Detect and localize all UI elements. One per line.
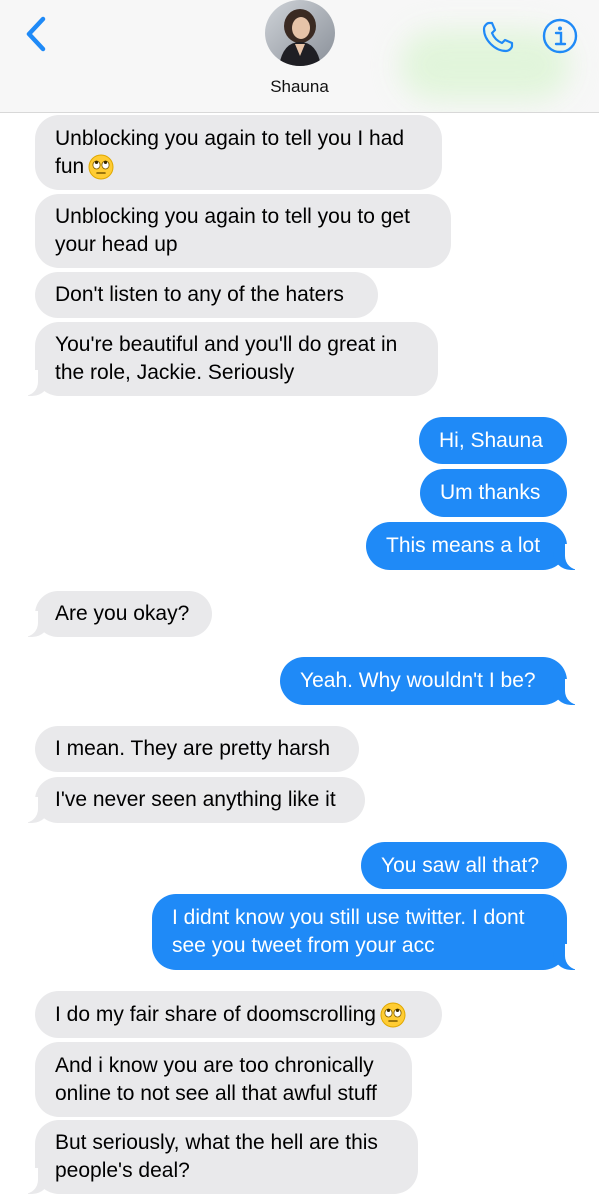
chevron-left-icon xyxy=(26,16,46,52)
incoming-message[interactable]: You're beautiful and you'll do great in … xyxy=(35,322,438,396)
outgoing-message[interactable]: You saw all that? xyxy=(361,842,567,889)
outgoing-message[interactable]: I didnt know you still use twitter. I do… xyxy=(152,894,567,970)
back-button[interactable] xyxy=(18,14,54,54)
outgoing-message[interactable]: This means a lot xyxy=(366,522,567,570)
info-icon xyxy=(542,18,578,54)
face-with-rolling-eyes-icon xyxy=(88,154,114,180)
avatar[interactable] xyxy=(265,0,335,66)
incoming-message[interactable]: I mean. They are pretty harsh xyxy=(35,726,359,772)
face-with-rolling-eyes-icon xyxy=(380,1002,406,1028)
outgoing-message[interactable]: Yeah. Why wouldn't I be? xyxy=(280,657,567,705)
info-button[interactable] xyxy=(540,16,580,56)
incoming-message[interactable]: Are you okay? xyxy=(35,591,212,637)
incoming-message[interactable]: And i know you are too chronically onlin… xyxy=(35,1042,412,1117)
incoming-message[interactable]: But seriously, what the hell are this pe… xyxy=(35,1120,418,1194)
outgoing-message[interactable]: Um thanks xyxy=(420,469,567,517)
outgoing-message[interactable]: Hi, Shauna xyxy=(419,417,567,464)
incoming-message[interactable]: Don't listen to any of the haters xyxy=(35,272,378,318)
incoming-message[interactable]: I've never seen anything like it xyxy=(35,777,365,823)
phone-icon xyxy=(482,21,514,53)
call-button[interactable] xyxy=(478,17,518,57)
incoming-message[interactable]: I do my fair share of doomscrolling xyxy=(35,991,442,1038)
incoming-message[interactable]: Unblocking you again to tell you to get … xyxy=(35,194,451,268)
incoming-message[interactable]: Unblocking you again to tell you I had f… xyxy=(35,115,442,190)
contact-name[interactable]: Shauna xyxy=(0,77,599,97)
conversation-header: Shauna xyxy=(0,0,599,113)
